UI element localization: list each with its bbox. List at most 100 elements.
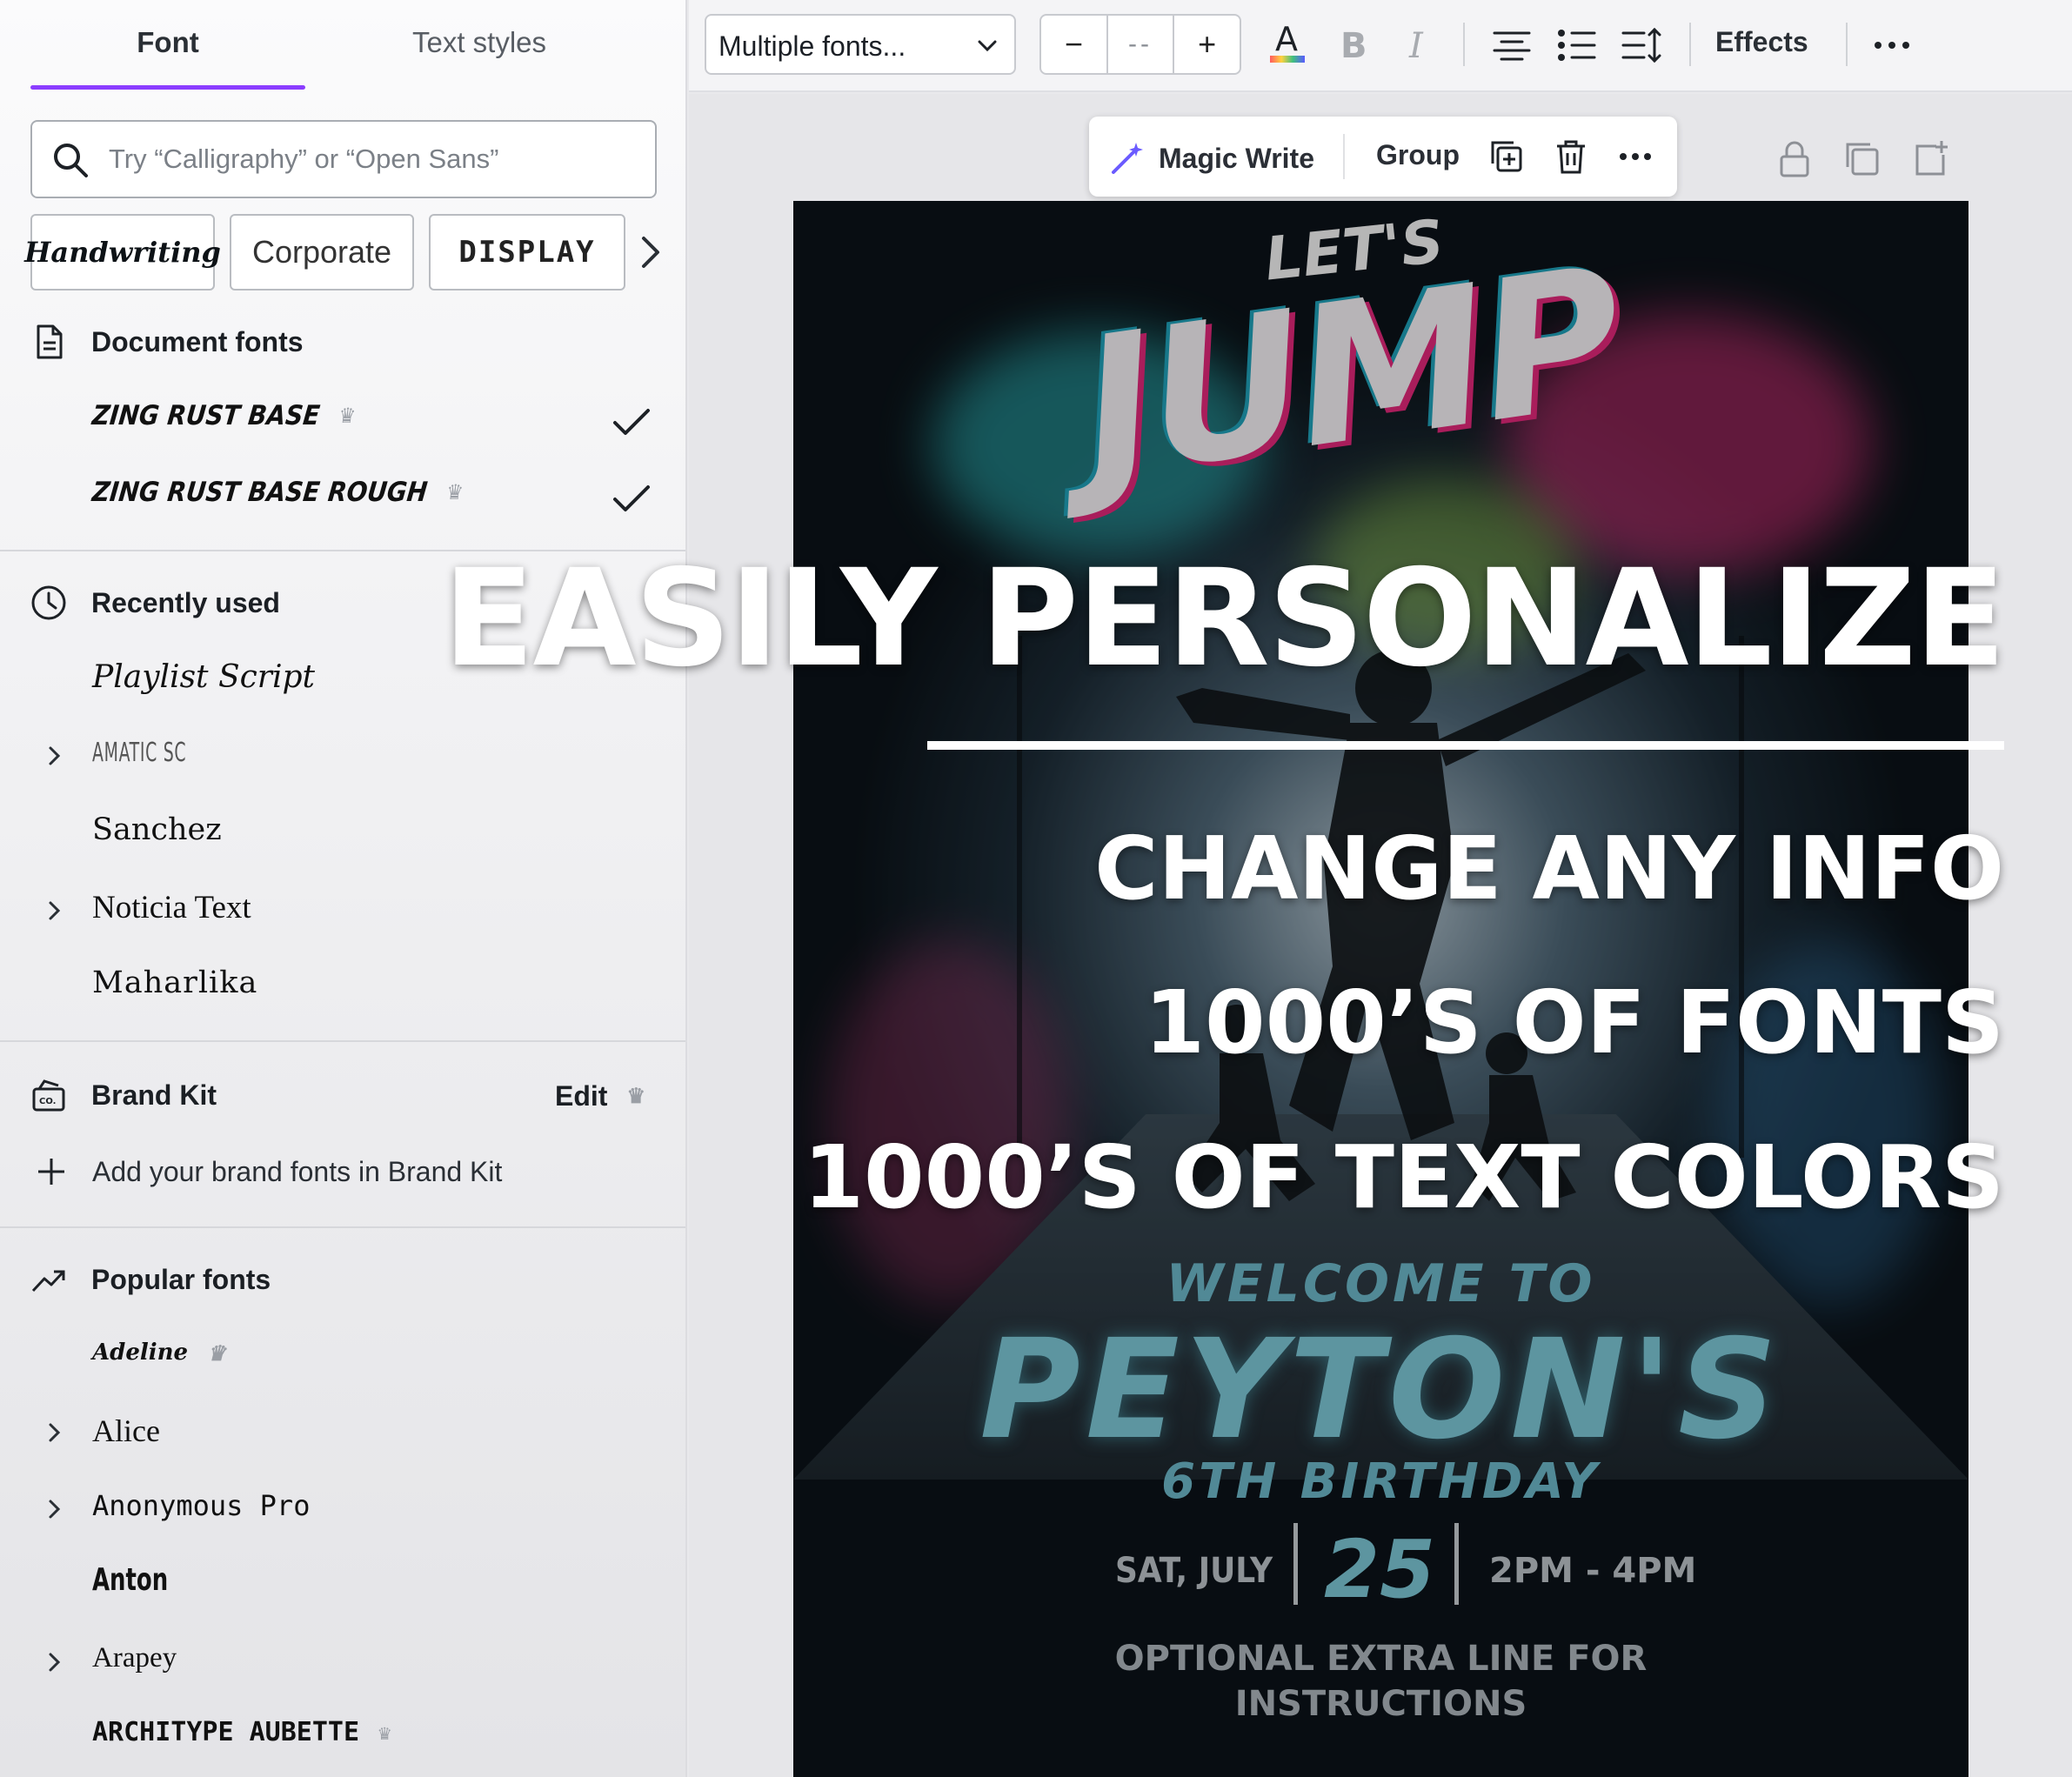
font-item-label: Arapey [92, 1642, 177, 1673]
document-icon [37, 324, 63, 359]
font-size-input[interactable]: -- [1106, 16, 1175, 73]
font-item[interactable]: Maharlika [92, 965, 257, 1000]
edit-label: Edit [555, 1080, 608, 1112]
font-item[interactable]: Anton [92, 1562, 168, 1598]
section-brand-kit: CO. Brand Kit [30, 1077, 217, 1113]
align-center-icon[interactable] [1487, 19, 1536, 71]
overlay-line: 1000’S OF FONTS [1144, 972, 2004, 1073]
font-item[interactable]: Playlist Script [92, 659, 315, 695]
svg-text:CO.: CO. [39, 1097, 56, 1106]
search-icon [54, 144, 88, 177]
effects-button[interactable]: Effects [1715, 26, 1808, 58]
brand-kit-edit-button[interactable]: Edit ♛ [555, 1080, 645, 1112]
font-item[interactable]: ZING RUST BASE ♛ [90, 400, 358, 431]
toolbar-separator [1846, 23, 1848, 66]
decrease-size-button[interactable]: − [1041, 16, 1106, 73]
font-item-label: Playlist Script [92, 659, 316, 695]
trending-up-icon [31, 1270, 65, 1293]
section-title: Popular fonts [91, 1263, 271, 1295]
font-item-label: ARCHITYPE AUBETTE [92, 1717, 360, 1747]
search-placeholder: Try “Calligraphy” or “Open Sans” [109, 144, 499, 174]
section-popular-fonts: Popular fonts [30, 1261, 271, 1298]
crown-icon: ♛ [444, 480, 465, 504]
font-panel: Font Text styles Try “Calligraphy” or “O… [0, 0, 687, 1777]
add-brand-fonts-label: Add your brand fonts in Brand Kit [92, 1155, 503, 1187]
chevron-right-icon[interactable] [633, 228, 668, 277]
chevron-right-icon[interactable] [45, 896, 64, 925]
chevron-right-icon[interactable] [45, 1494, 64, 1524]
section-title: Recently used [91, 586, 280, 618]
font-item[interactable]: Arapey [92, 1642, 177, 1674]
magic-wand-icon [1112, 143, 1143, 174]
crown-icon: ♛ [626, 1085, 645, 1108]
font-family-dropdown[interactable]: Multiple fonts... [705, 14, 1016, 75]
svg-text:B: B [1340, 26, 1367, 66]
crown-icon: ♛ [378, 1720, 391, 1745]
add-page-icon[interactable] [1910, 139, 1950, 179]
tab-font[interactable]: Font [30, 26, 305, 59]
toolbar-separator [1689, 23, 1691, 66]
font-item[interactable]: Adeline ♛ [92, 1339, 226, 1366]
section-recently-used: Recently used [30, 585, 280, 621]
font-item-label: Anonymous Pro [92, 1489, 311, 1522]
clock-icon [31, 585, 66, 620]
trash-icon[interactable] [1552, 137, 1590, 176]
font-item[interactable]: Anonymous Pro [92, 1489, 310, 1522]
lock-icon[interactable] [1775, 139, 1815, 179]
svg-text:I: I [1408, 26, 1424, 66]
font-item[interactable]: Alice [92, 1413, 160, 1449]
font-item-label: Anton [92, 1562, 169, 1598]
overlay-underline [927, 741, 2004, 750]
section-document-fonts: Document fonts [30, 324, 304, 360]
more-options-icon[interactable] [1868, 19, 1916, 71]
font-item-label: Sanchez [92, 812, 222, 847]
bullet-list-icon[interactable] [1553, 19, 1601, 71]
chevron-down-icon [978, 40, 997, 52]
font-item[interactable]: Sanchez [92, 812, 222, 847]
chevron-right-icon[interactable] [45, 741, 64, 771]
element-context-toolbar: Magic Write Group [1089, 117, 1677, 197]
checkmark-icon [613, 485, 650, 511]
font-item-label: Noticia Text [92, 890, 251, 925]
font-item[interactable]: ZING RUST BASE ROUGH ♛ [90, 477, 465, 508]
font-family-value: Multiple fonts... [719, 30, 906, 62]
add-brand-fonts-button[interactable]: Add your brand fonts in Brand Kit [35, 1155, 502, 1188]
overlay-line: 1000’S OF TEXT COLORS [803, 1126, 2004, 1228]
more-options-icon[interactable] [1616, 137, 1654, 176]
font-item[interactable]: ARCHITYPE AUBETTE ♛ [92, 1717, 391, 1747]
font-item[interactable]: AMATIC SC [92, 738, 186, 768]
crown-icon: ♛ [207, 1339, 226, 1366]
line-spacing-icon[interactable] [1618, 19, 1667, 71]
checkmark-icon [613, 409, 650, 435]
duplicate-icon[interactable] [1487, 137, 1526, 176]
font-item-label: Adeline [92, 1339, 189, 1366]
increase-size-button[interactable]: + [1174, 16, 1240, 73]
font-search-input[interactable]: Try “Calligraphy” or “Open Sans” [30, 120, 657, 198]
chip-corporate[interactable]: Corporate [230, 214, 414, 291]
chip-display[interactable]: DISPLAY [429, 214, 625, 291]
bold-icon[interactable]: B [1328, 19, 1377, 71]
magic-write-label: Magic Write [1159, 142, 1314, 174]
font-size-stepper: − -- + [1039, 14, 1241, 75]
brand-kit-icon: CO. [32, 1079, 65, 1112]
section-title: Document fonts [91, 325, 304, 357]
chip-handwriting[interactable]: Handwriting [24, 214, 221, 291]
active-tab-indicator [30, 85, 305, 90]
chevron-right-icon[interactable] [45, 1418, 64, 1447]
tab-text-styles[interactable]: Text styles [342, 26, 617, 59]
magic-write-button[interactable]: Magic Write [1108, 139, 1314, 177]
svg-text:A: A [1275, 20, 1298, 58]
toolbar-separator [1463, 23, 1465, 66]
group-button[interactable]: Group [1376, 139, 1460, 171]
plus-icon [38, 1159, 64, 1185]
italic-icon[interactable]: I [1394, 19, 1442, 71]
font-item[interactable]: Noticia Text [92, 889, 251, 926]
divider [0, 1040, 685, 1042]
font-item-label: ZING RUST BASE ROUGH [90, 477, 430, 508]
copy-page-icon[interactable] [1842, 139, 1882, 179]
overlay-title: EASILY PERSONALIZE [443, 541, 2006, 697]
chevron-right-icon[interactable] [45, 1647, 64, 1677]
toolbar-separator [1343, 134, 1345, 179]
text-color-icon[interactable]: A [1263, 19, 1312, 71]
text-toolbar: Multiple fonts... − -- + A B I Effects [689, 0, 2072, 92]
